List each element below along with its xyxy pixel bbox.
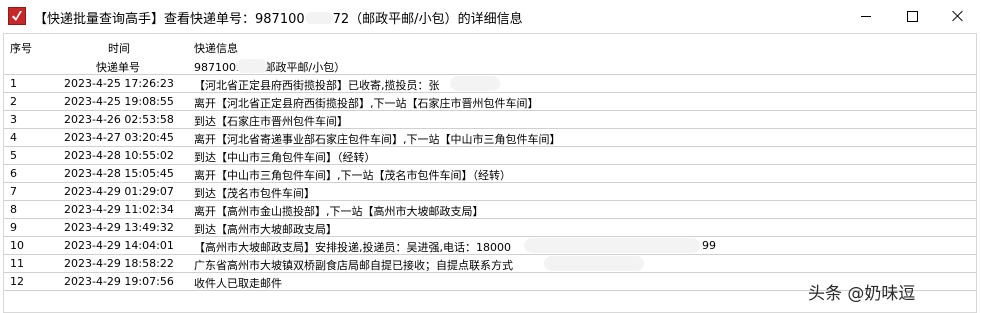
tracking-number-value: 9871003 2（邮政平邮/小包） bbox=[194, 61, 346, 74]
tracking-number-label: 快递单号 bbox=[96, 61, 140, 74]
table-row[interactable]: 2 2023-4-25 19:08:55 离开【河北省正定县府西街揽投部】,下一… bbox=[4, 92, 976, 110]
row-index: 5 bbox=[10, 149, 17, 162]
grid-header: 序号 时间 快递信息 快递单号 9871003 2（邮政平邮/小包） bbox=[4, 34, 976, 74]
row-info: 离开【高州市金山揽投部】,下一站【高州市大坡邮政支局】 bbox=[194, 205, 484, 218]
redacted-blur bbox=[304, 12, 333, 24]
table-row[interactable]: 8 2023-4-29 11:02:34 离开【高州市金山揽投部】,下一站【高州… bbox=[4, 200, 976, 218]
tracking-detail-grid[interactable]: 序号 时间 快递信息 快递单号 9871003 2（邮政平邮/小包） 1 202… bbox=[3, 33, 977, 313]
row-index: 2 bbox=[10, 95, 17, 108]
row-info: 【河北省正定县府西街揽投部】已收寄,揽投员：张 bbox=[194, 79, 440, 92]
column-header-info[interactable]: 快递信息 bbox=[194, 40, 238, 56]
row-info-tail: 99 bbox=[702, 239, 716, 252]
table-row[interactable]: 3 2023-4-26 02:53:58 到达【石家庄市晋州包件车间】 bbox=[4, 110, 976, 128]
row-index: 11 bbox=[10, 257, 24, 270]
redacted-blur bbox=[544, 256, 644, 271]
column-header-no[interactable]: 序号 bbox=[10, 40, 32, 56]
row-time: 2023-4-25 19:08:55 bbox=[64, 95, 174, 108]
row-info: 离开【中山市三角包件车间】,下一站【茂名市包件车间】（经转） bbox=[194, 169, 511, 182]
row-info: 离开【河北省寄递事业部石家庄包件车间】,下一站【中山市三角包件车间】 bbox=[194, 133, 561, 146]
row-time: 2023-4-29 19:07:56 bbox=[64, 275, 174, 288]
watermark-text: 头条 @奶味逗 bbox=[808, 284, 916, 304]
app-checkmark-icon bbox=[8, 7, 26, 25]
maximize-icon bbox=[906, 10, 918, 22]
redacted-blur bbox=[450, 76, 500, 91]
row-time: 2023-4-28 10:55:02 bbox=[64, 149, 174, 162]
close-button[interactable] bbox=[935, 0, 981, 32]
row-time: 2023-4-29 01:29:07 bbox=[64, 185, 174, 198]
row-time: 2023-4-29 11:02:34 bbox=[64, 203, 174, 216]
row-time: 2023-4-29 18:58:22 bbox=[64, 257, 174, 270]
row-index: 3 bbox=[10, 113, 17, 126]
close-icon bbox=[952, 10, 964, 22]
row-time: 2023-4-29 14:04:01 bbox=[64, 239, 174, 252]
column-header-time[interactable]: 时间 bbox=[108, 40, 130, 56]
row-info: 广东省高州市大坡镇双桥副食店局邮自提已接收；自提点联系方式 bbox=[194, 259, 513, 272]
table-row[interactable]: 9 2023-4-29 13:49:32 到达【高州市大坡邮政支局】 bbox=[4, 218, 976, 236]
row-time: 2023-4-25 17:26:23 bbox=[64, 77, 174, 90]
row-time: 2023-4-27 03:20:45 bbox=[64, 131, 174, 144]
minimize-button[interactable] bbox=[843, 0, 889, 32]
row-info: 到达【茂名市包件车间】 bbox=[194, 187, 315, 200]
window-title: 【快递批量查询高手】查看快递单号：987100 72（邮政平邮/小包）的详细信息 bbox=[34, 8, 523, 27]
row-index: 6 bbox=[10, 167, 17, 180]
row-index: 8 bbox=[10, 203, 17, 216]
row-index: 1 bbox=[10, 77, 17, 90]
row-time: 2023-4-28 15:05:45 bbox=[64, 167, 174, 180]
row-info: 【高州市大坡邮政支局】安排投递,投递员：吴进强,电话：18000 bbox=[194, 241, 511, 254]
row-time: 2023-4-26 02:53:58 bbox=[64, 113, 174, 126]
app-window: 【快递批量查询高手】查看快递单号：987100 72（邮政平邮/小包）的详细信息 … bbox=[0, 0, 981, 313]
row-index: 9 bbox=[10, 221, 17, 234]
row-info: 收件人已取走邮件 bbox=[194, 277, 282, 290]
row-time: 2023-4-29 13:49:32 bbox=[64, 221, 174, 234]
minimize-icon bbox=[861, 15, 871, 17]
table-row[interactable]: 11 2023-4-29 18:58:22 广东省高州市大坡镇双桥副食店局邮自提… bbox=[4, 254, 976, 272]
window-title-prefix: 【快递批量查询高手】查看快递单号：987100 bbox=[34, 12, 305, 27]
title-bar[interactable]: 【快递批量查询高手】查看快递单号：987100 72（邮政平邮/小包）的详细信息 bbox=[0, 0, 981, 32]
table-row[interactable]: 4 2023-4-27 03:20:45 离开【河北省寄递事业部石家庄包件车间】… bbox=[4, 128, 976, 146]
table-row[interactable]: 10 2023-4-29 14:04:01 【高州市大坡邮政支局】安排投递,投递… bbox=[4, 236, 976, 254]
window-title-suffix: 72（邮政平邮/小包）的详细信息 bbox=[332, 12, 523, 27]
maximize-button[interactable] bbox=[889, 0, 935, 32]
row-info: 到达【石家庄市晋州包件车间】 bbox=[194, 115, 348, 128]
row-index: 7 bbox=[10, 185, 17, 198]
row-info: 到达【高州市大坡邮政支局】 bbox=[194, 223, 337, 236]
table-row[interactable]: 7 2023-4-29 01:29:07 到达【茂名市包件车间】 bbox=[4, 182, 976, 200]
redacted-blur bbox=[524, 238, 700, 253]
row-info: 到达【中山市三角包件车间】（经转） bbox=[194, 151, 376, 164]
row-info: 离开【河北省正定县府西街揽投部】,下一站【石家庄市晋州包件车间】 bbox=[194, 97, 539, 110]
row-index: 10 bbox=[10, 239, 24, 252]
row-index: 4 bbox=[10, 131, 17, 144]
table-row[interactable]: 1 2023-4-25 17:26:23 【河北省正定县府西街揽投部】已收寄,揽… bbox=[4, 74, 976, 92]
redacted-blur bbox=[236, 59, 268, 73]
row-index: 12 bbox=[10, 275, 24, 288]
table-row[interactable]: 6 2023-4-28 15:05:45 离开【中山市三角包件车间】,下一站【茂… bbox=[4, 164, 976, 182]
table-row[interactable]: 5 2023-4-28 10:55:02 到达【中山市三角包件车间】（经转） bbox=[4, 146, 976, 164]
